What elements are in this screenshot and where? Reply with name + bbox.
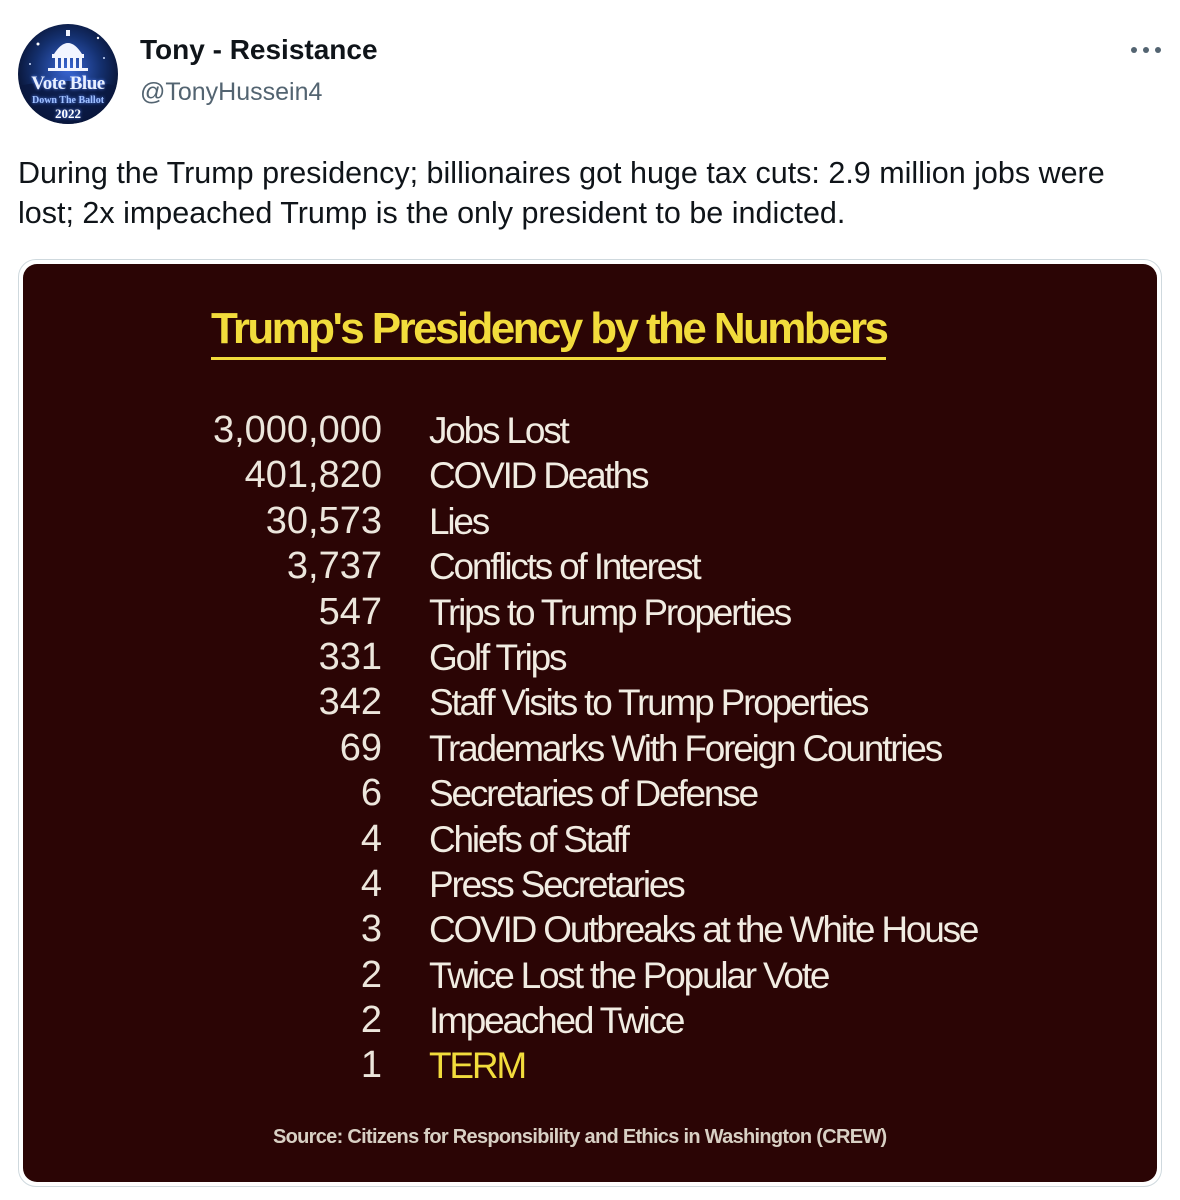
stat-value: 30,573 xyxy=(265,499,382,542)
stat-value: 69 xyxy=(339,726,382,769)
stat-label: COVID Deaths xyxy=(429,455,649,497)
stat-value: 3,000,000 xyxy=(212,409,382,451)
infographic: Trump's Presidency by the Numbers 3,000,… xyxy=(23,264,1157,1182)
stat-row: 2 Impeached Twice xyxy=(23,998,1157,1043)
more-horizontal-icon xyxy=(1131,47,1161,53)
stat-label: Chiefs of Staff xyxy=(429,818,630,860)
stat-row: 342 Staff Visits to Trump Properties xyxy=(23,680,1157,725)
stat-row: 4 Chiefs of Staff xyxy=(23,817,1157,862)
avatar-subtitle-text: Down The Ballot xyxy=(31,95,105,106)
stat-label: Impeached Twice xyxy=(429,1000,685,1042)
stat-row: 547 Trips to Trump Properties xyxy=(23,590,1157,635)
avatar-year-text: 2022 xyxy=(55,106,81,121)
tweet-text: During the Trump presidency; billionaire… xyxy=(18,156,1105,230)
tweet-media-image[interactable]: Trump's Presidency by the Numbers 3,000,… xyxy=(18,259,1162,1187)
stat-value: 1 xyxy=(360,1044,382,1087)
stat-value: 2 xyxy=(360,999,382,1042)
stat-value: 4 xyxy=(360,862,382,905)
stat-label: Trademarks With Foreign Countries xyxy=(429,727,943,769)
stat-row: 4 Press Secretaries xyxy=(23,862,1157,907)
stat-label: TERM xyxy=(429,1045,527,1087)
infographic-stats-list: 3,000,000 Jobs Lost 401,820 COVID Deaths 30,… xyxy=(23,408,1157,1089)
infographic-title: Trump's Presidency by the Numbers xyxy=(211,304,889,360)
stat-row: 6 Secretaries of Defense xyxy=(23,771,1157,816)
avatar[interactable]: Vote Blue Down The Ballot 2022 xyxy=(18,24,118,124)
stat-value: 342 xyxy=(318,681,382,724)
stat-value: 6 xyxy=(360,772,382,815)
stat-row: 2 Twice Lost the Popular Vote xyxy=(23,953,1157,998)
stat-row: 3,737 Conflicts of Interest xyxy=(23,544,1157,589)
stat-value: 3,737 xyxy=(286,545,382,588)
stat-value: 2 xyxy=(360,953,382,996)
stat-label: Twice Lost the Popular Vote xyxy=(429,954,830,996)
stat-label: COVID Outbreaks at the White House xyxy=(429,909,979,951)
stat-row: 3,000,000 Jobs Lost xyxy=(23,408,1157,453)
stat-row: 331 Golf Trips xyxy=(23,635,1157,680)
stat-row: 1 TERM xyxy=(23,1043,1157,1088)
stat-label: Press Secretaries xyxy=(429,863,686,905)
stat-value: 547 xyxy=(318,590,382,633)
stat-label: Golf Trips xyxy=(429,636,568,678)
stat-value: 401,820 xyxy=(244,454,382,497)
stat-label: Conflicts of Interest xyxy=(429,546,702,588)
more-options-button[interactable] xyxy=(1128,36,1164,64)
author-name[interactable]: Tony - Resistance xyxy=(140,34,378,66)
stat-label: Lies xyxy=(429,500,490,542)
stat-label: Trips to Trump Properties xyxy=(429,591,792,633)
stat-row: 69 Trademarks With Foreign Countries xyxy=(23,726,1157,771)
stat-label: Jobs Lost xyxy=(429,410,570,451)
author-handle[interactable]: @TonyHussein4 xyxy=(140,78,322,107)
stat-row: 30,573 Lies xyxy=(23,499,1157,544)
stat-label: Staff Visits to Trump Properties xyxy=(429,682,869,724)
stat-value: 331 xyxy=(318,635,382,678)
stat-row: 401,820 COVID Deaths xyxy=(23,453,1157,498)
stat-value: 3 xyxy=(360,908,382,951)
infographic-source: Source: Citizens for Responsibility and … xyxy=(273,1126,887,1148)
stat-value: 4 xyxy=(360,817,382,860)
avatar-vote-text: Vote Blue xyxy=(31,73,105,94)
stat-row: 3 COVID Outbreaks at the White House xyxy=(23,907,1157,952)
stat-label: Secretaries of Defense xyxy=(429,773,759,815)
